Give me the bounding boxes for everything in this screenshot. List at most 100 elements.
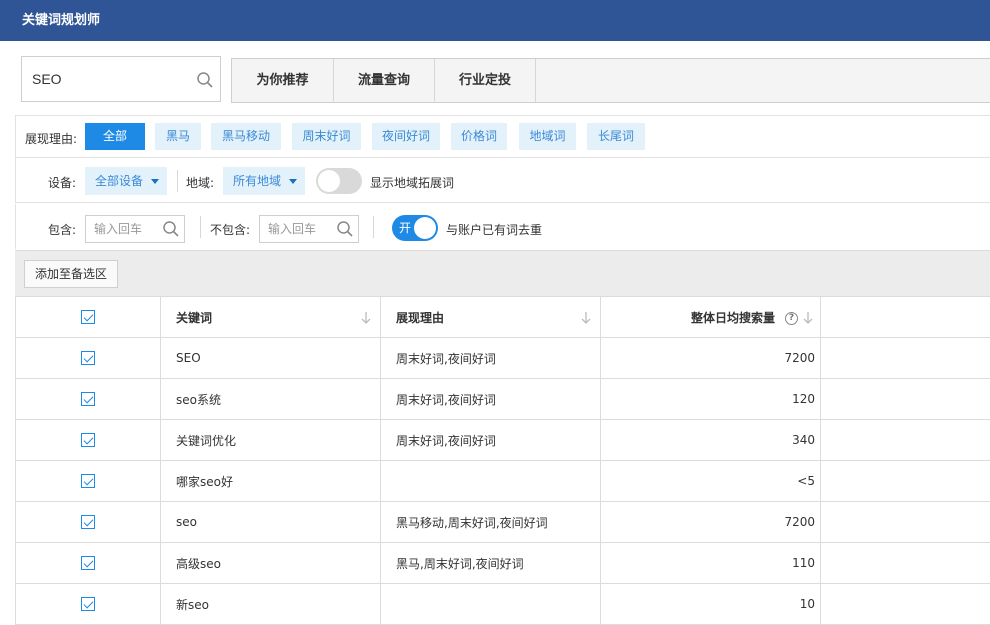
help-icon[interactable]: ? — [785, 312, 798, 325]
include-label: 包含: — [48, 221, 76, 238]
extra-cell — [821, 420, 990, 461]
table-row: 新seo 10 — [16, 584, 990, 625]
exclude-label: 不包含: — [210, 221, 250, 238]
tab-recommend[interactable]: 为你推荐 — [232, 59, 334, 102]
tab-bar: 为你推荐 流量查询 行业定投 — [231, 58, 990, 103]
search-icon[interactable] — [336, 220, 354, 238]
keyword-cell: SEO — [161, 338, 381, 379]
include-exclude-row: 包含: 不包含: 开 与账户已有词去重 — [15, 204, 990, 249]
keyword-search-input[interactable] — [22, 57, 182, 101]
chip-night-keywords[interactable]: 夜间好词 — [372, 123, 440, 150]
action-bar: 添加至备选区 — [15, 250, 990, 297]
region-label: 地域: — [186, 174, 214, 191]
row-select-cell — [16, 461, 161, 502]
caret-down-icon — [151, 179, 159, 184]
region-value: 所有地域 — [233, 174, 281, 188]
region-expansion-label: 显示地域拓展词 — [370, 174, 454, 191]
table-row: SEO 周末好词,夜间好词 7200 — [16, 338, 990, 379]
reason-cell: 周末好词,夜间好词 — [381, 338, 601, 379]
column-header-volume[interactable]: 整体日均搜索量? — [601, 297, 821, 338]
row-select-cell — [16, 379, 161, 420]
row-checkbox[interactable] — [81, 515, 95, 529]
row-checkbox[interactable] — [81, 556, 95, 570]
column-header-reason[interactable]: 展现理由 — [381, 297, 601, 338]
row-select-cell — [16, 420, 161, 461]
chip-price-words[interactable]: 价格词 — [451, 123, 507, 150]
chip-all[interactable]: 全部 — [85, 123, 145, 150]
exclude-field[interactable] — [259, 215, 359, 243]
column-header-label: 关键词 — [176, 311, 212, 325]
table-row: 关键词优化 周末好词,夜间好词 340 — [16, 420, 990, 461]
device-dropdown[interactable]: 全部设备 — [85, 167, 167, 195]
row-select-cell — [16, 584, 161, 625]
table-row: 哪家seo好 <5 — [16, 461, 990, 502]
chip-region-words[interactable]: 地域词 — [519, 123, 576, 150]
reason-cell: 黑马,周末好词,夜间好词 — [381, 543, 601, 584]
add-to-candidates-button[interactable]: 添加至备选区 — [24, 260, 118, 288]
reason-cell: 周末好词,夜间好词 — [381, 379, 601, 420]
tab-industry-targeting[interactable]: 行业定投 — [435, 59, 536, 102]
table-row: 高级seo 黑马,周末好词,夜间好词 110 — [16, 543, 990, 584]
divider — [373, 216, 374, 238]
volume-cell: 120 — [601, 379, 821, 420]
keyword-table: 关键词 展现理由 整体日均搜索量? SEO 周末好词,夜间好词 7200 seo… — [15, 296, 990, 625]
row-checkbox[interactable] — [81, 433, 95, 447]
keyword-search-box[interactable] — [21, 56, 221, 102]
divider — [200, 216, 201, 238]
volume-cell: <5 — [601, 461, 821, 502]
keyword-cell: 哪家seo好 — [161, 461, 381, 502]
extra-cell — [821, 543, 990, 584]
sort-arrow-icon[interactable] — [802, 310, 814, 326]
keyword-cell: 关键词优化 — [161, 420, 381, 461]
dedupe-toggle[interactable]: 开 — [392, 215, 438, 241]
keyword-cell: seo系统 — [161, 379, 381, 420]
reason-filter-row: 展现理由: 全部 黑马 黑马移动 周末好词 夜间好词 价格词 地域词 长尾词 — [15, 115, 990, 158]
select-all-cell — [16, 297, 161, 338]
volume-cell: 7200 — [601, 502, 821, 543]
chip-weekend-keywords[interactable]: 周末好词 — [292, 123, 361, 150]
device-value: 全部设备 — [95, 174, 143, 188]
reason-cell: 周末好词,夜间好词 — [381, 420, 601, 461]
row-checkbox[interactable] — [81, 474, 95, 488]
divider — [177, 170, 178, 192]
keyword-cell: 高级seo — [161, 543, 381, 584]
volume-cell: 110 — [601, 543, 821, 584]
include-field[interactable] — [85, 215, 185, 243]
reason-filter-label: 展现理由: — [25, 130, 77, 147]
row-select-cell — [16, 543, 161, 584]
row-checkbox[interactable] — [81, 351, 95, 365]
window-title: 关键词规划师 — [0, 0, 990, 41]
row-checkbox[interactable] — [81, 597, 95, 611]
exclude-input[interactable] — [260, 216, 330, 242]
dedupe-label: 与账户已有词去重 — [446, 221, 542, 238]
include-input[interactable] — [86, 216, 156, 242]
toggle-knob — [318, 170, 340, 192]
chip-long-tail[interactable]: 长尾词 — [587, 123, 645, 150]
column-header-label: 整体日均搜索量 — [691, 311, 775, 325]
toggle-knob — [414, 217, 436, 239]
column-header-keyword[interactable]: 关键词 — [161, 297, 381, 338]
extra-cell — [821, 338, 990, 379]
row-checkbox[interactable] — [81, 392, 95, 406]
device-label: 设备: — [48, 174, 76, 191]
column-header-label: 展现理由 — [396, 311, 444, 325]
column-header-extra — [821, 297, 990, 338]
chip-dark-horse-mobile[interactable]: 黑马移动 — [211, 123, 281, 150]
search-icon[interactable] — [196, 71, 214, 89]
row-select-cell — [16, 338, 161, 379]
volume-cell: 10 — [601, 584, 821, 625]
search-icon[interactable] — [162, 220, 180, 238]
sort-arrow-icon[interactable] — [360, 310, 372, 326]
keyword-cell: seo — [161, 502, 381, 543]
volume-cell: 7200 — [601, 338, 821, 379]
chip-dark-horse[interactable]: 黑马 — [155, 123, 201, 150]
region-dropdown[interactable]: 所有地域 — [223, 167, 305, 195]
table-row: seo 黑马移动,周末好词,夜间好词 7200 — [16, 502, 990, 543]
select-all-checkbox[interactable] — [81, 310, 95, 324]
table-row: seo系统 周末好词,夜间好词 120 — [16, 379, 990, 420]
sort-arrow-icon[interactable] — [580, 310, 592, 326]
tab-traffic-query[interactable]: 流量查询 — [334, 59, 435, 102]
region-expansion-toggle[interactable] — [316, 168, 362, 194]
device-region-row: 设备: 全部设备 地域: 所有地域 显示地域拓展词 — [15, 158, 990, 203]
extra-cell — [821, 379, 990, 420]
